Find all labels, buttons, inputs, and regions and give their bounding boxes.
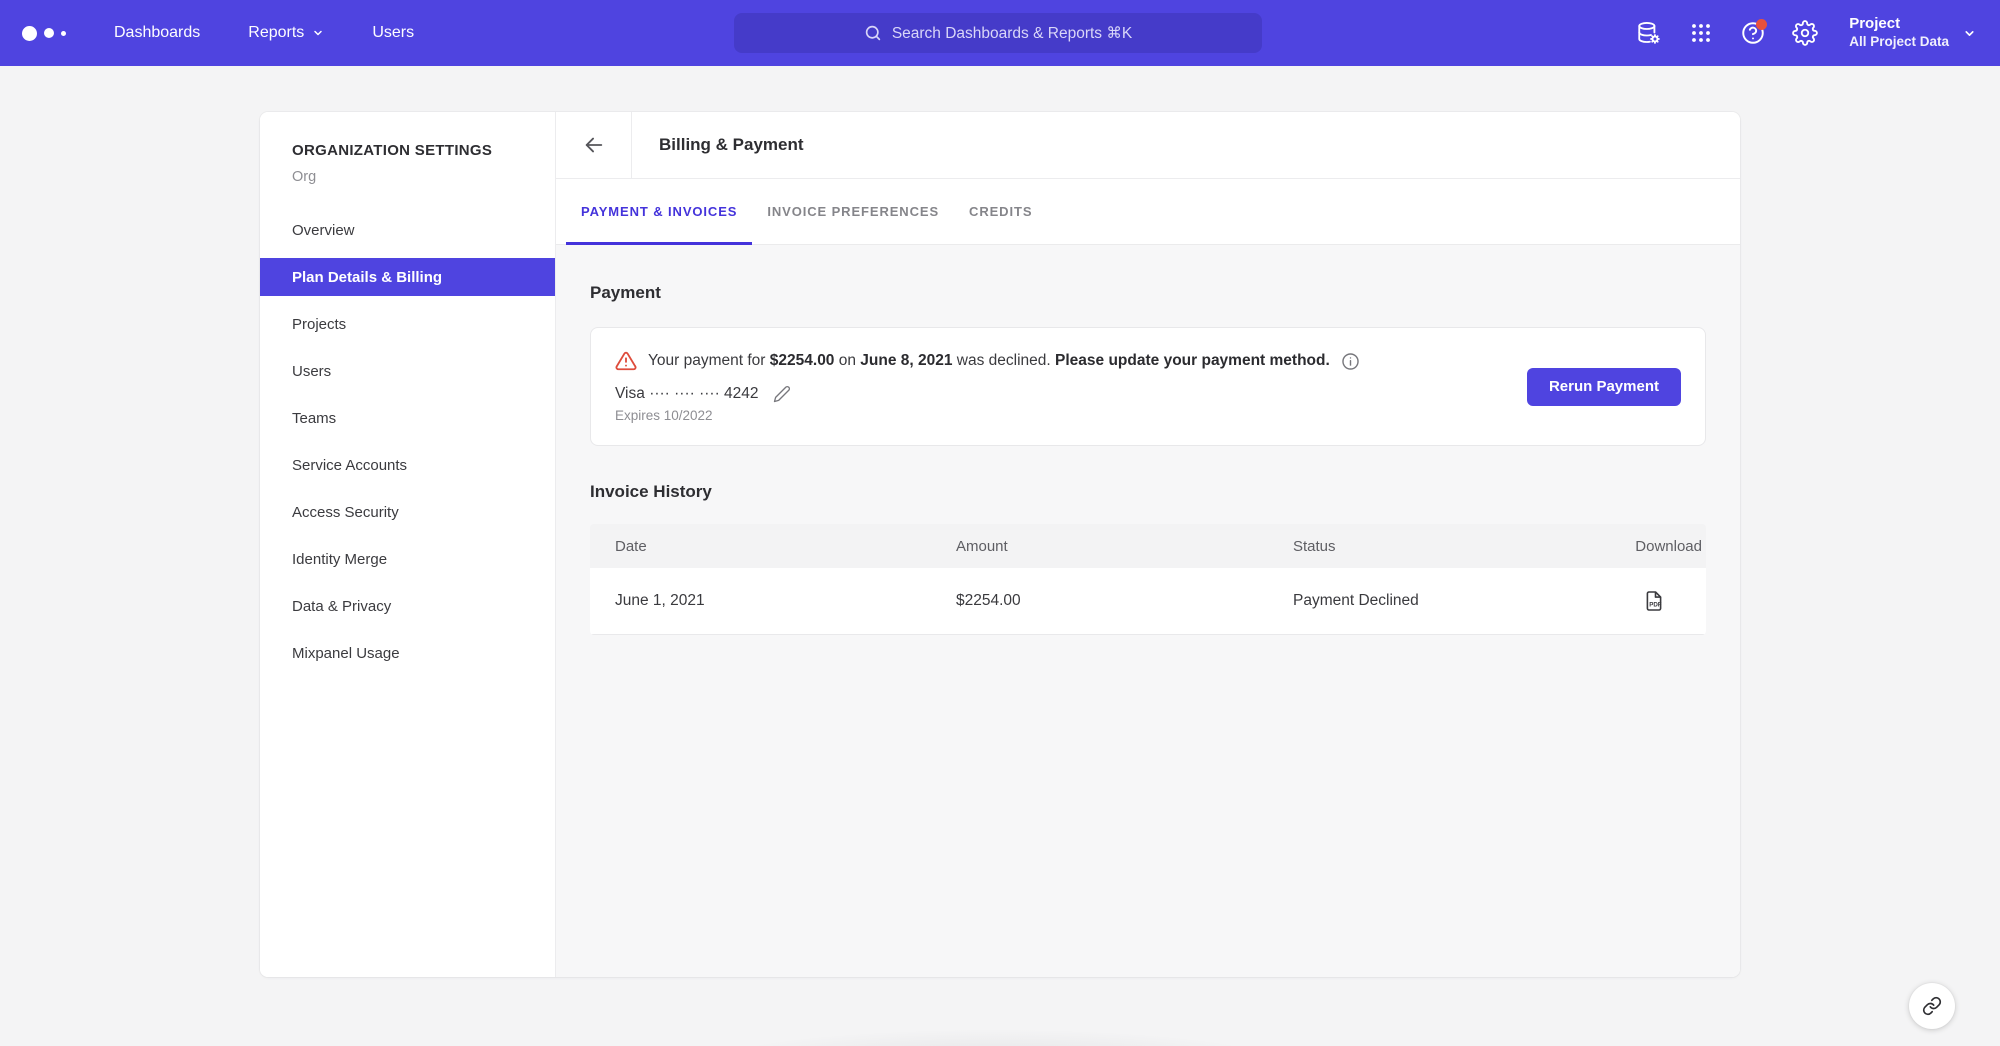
payment-card-details: Your payment for $2254.00 on June 8, 202… — [615, 350, 1360, 423]
settings-panel: ORGANIZATION SETTINGS Org Overview Plan … — [260, 112, 1740, 977]
sidebar-item-service-accounts[interactable]: Service Accounts — [260, 446, 555, 484]
sidebar-item-projects[interactable]: Projects — [260, 305, 555, 343]
declined-amount: $2254.00 — [770, 352, 835, 369]
info-icon[interactable] — [1341, 352, 1360, 371]
sidebar-item-overview[interactable]: Overview — [260, 211, 555, 249]
nav-item-label: Reports — [248, 24, 304, 42]
billing-main: Billing & Payment PAYMENT & INVOICES INV… — [556, 112, 1740, 977]
project-selector[interactable]: Project All Project Data — [1849, 15, 1976, 51]
bottom-sheet-shadow — [612, 1008, 1377, 1046]
sidebar-nav-list: Overview Plan Details & Billing Projects… — [260, 211, 555, 672]
alert-triangle-icon — [615, 350, 637, 372]
edit-pencil-icon[interactable] — [773, 385, 791, 403]
nav-item-label: Dashboards — [114, 24, 200, 42]
invoice-history-table: Date Amount Status Download June 1, 2021… — [590, 524, 1706, 635]
logo-dot-medium — [44, 28, 54, 38]
nav-item-users[interactable]: Users — [348, 0, 438, 66]
project-label: Project — [1849, 15, 1949, 34]
gear-icon — [1792, 20, 1818, 46]
invoice-status-cell: Payment Declined — [1268, 592, 1568, 610]
payment-card: Your payment for $2254.00 on June 8, 202… — [590, 327, 1706, 446]
download-pdf-button[interactable]: PDF — [1642, 589, 1666, 613]
project-chevron-icon — [1963, 27, 1976, 40]
tab-credits[interactable]: CREDITS — [954, 179, 1047, 244]
copy-link-button[interactable] — [1909, 983, 1955, 1029]
page-header: Billing & Payment — [556, 112, 1740, 179]
tab-content: Payment Your payment for $2254.00 on Jun… — [556, 245, 1740, 977]
org-settings-sidebar: ORGANIZATION SETTINGS Org Overview Plan … — [260, 112, 556, 977]
project-value: All Project Data — [1849, 34, 1949, 51]
search-icon — [864, 24, 882, 42]
search-placeholder: Search Dashboards & Reports ⌘K — [892, 24, 1132, 43]
table-row: June 1, 2021 $2254.00 Payment Declined P… — [590, 568, 1706, 635]
apps-grid-button[interactable] — [1679, 11, 1723, 55]
svg-text:PDF: PDF — [1649, 602, 1662, 609]
billing-tabs: PAYMENT & INVOICES INVOICE PREFERENCES C… — [556, 179, 1740, 245]
sidebar-item-mixpanel-usage[interactable]: Mixpanel Usage — [260, 634, 555, 672]
top-nav: Dashboards Reports Users Search Dashboar… — [0, 0, 2000, 66]
chevron-down-icon — [312, 27, 324, 39]
apps-grid-icon — [1689, 21, 1713, 45]
sidebar-section-title: ORGANIZATION SETTINGS — [260, 142, 555, 159]
column-header-amount: Amount — [931, 538, 1268, 555]
declined-date: June 8, 2021 — [860, 352, 952, 369]
column-header-download: Download — [1568, 538, 1706, 555]
page-title: Billing & Payment — [632, 112, 804, 178]
invoice-date-cell: June 1, 2021 — [590, 592, 931, 610]
sidebar-item-data-privacy[interactable]: Data & Privacy — [260, 587, 555, 625]
table-header-row: Date Amount Status Download — [590, 524, 1706, 568]
sidebar-item-access-security[interactable]: Access Security — [260, 493, 555, 531]
nav-item-dashboards[interactable]: Dashboards — [90, 0, 224, 66]
link-icon — [1922, 996, 1942, 1016]
back-arrow-icon — [583, 134, 605, 156]
nav-item-reports[interactable]: Reports — [224, 0, 348, 66]
column-header-date: Date — [590, 538, 931, 555]
rerun-payment-button[interactable]: Rerun Payment — [1527, 368, 1681, 406]
data-management-icon — [1636, 20, 1662, 46]
settings-button[interactable] — [1783, 11, 1827, 55]
invoice-download-cell: PDF — [1568, 589, 1706, 613]
pdf-file-icon: PDF — [1642, 589, 1666, 613]
primary-nav: Dashboards Reports Users — [90, 0, 438, 66]
sidebar-item-identity-merge[interactable]: Identity Merge — [260, 540, 555, 578]
data-management-button[interactable] — [1627, 11, 1671, 55]
invoice-history-title: Invoice History — [590, 482, 1706, 502]
back-button[interactable] — [556, 112, 632, 178]
payment-declined-alert: Your payment for $2254.00 on June 8, 202… — [615, 350, 1360, 372]
card-expiry: Expires 10/2022 — [615, 408, 1360, 423]
sidebar-item-teams[interactable]: Teams — [260, 399, 555, 437]
payment-section-title: Payment — [590, 283, 1706, 303]
logo-dot-large — [22, 26, 37, 41]
nav-item-label: Users — [372, 24, 414, 42]
column-header-status: Status — [1268, 538, 1568, 555]
alert-text: Your payment for $2254.00 on June 8, 202… — [648, 352, 1330, 370]
project-selector-text: Project All Project Data — [1849, 15, 1949, 51]
logo-dot-small — [61, 31, 66, 36]
global-search-input[interactable]: Search Dashboards & Reports ⌘K — [734, 13, 1262, 53]
tab-invoice-preferences[interactable]: INVOICE PREFERENCES — [752, 179, 954, 244]
mixpanel-logo[interactable] — [22, 26, 68, 41]
nav-right-actions: Project All Project Data — [1627, 0, 2000, 66]
card-brand-and-number: Visa ···· ···· ···· 4242 — [615, 385, 759, 403]
tab-payment-invoices[interactable]: PAYMENT & INVOICES — [566, 179, 752, 244]
org-name: Org — [260, 169, 555, 185]
card-on-file: Visa ···· ···· ···· 4242 — [615, 385, 1360, 403]
sidebar-item-users[interactable]: Users — [260, 352, 555, 390]
sidebar-item-plan-details-billing[interactable]: Plan Details & Billing — [260, 258, 555, 296]
invoice-amount-cell: $2254.00 — [931, 592, 1268, 610]
help-button[interactable] — [1731, 11, 1775, 55]
